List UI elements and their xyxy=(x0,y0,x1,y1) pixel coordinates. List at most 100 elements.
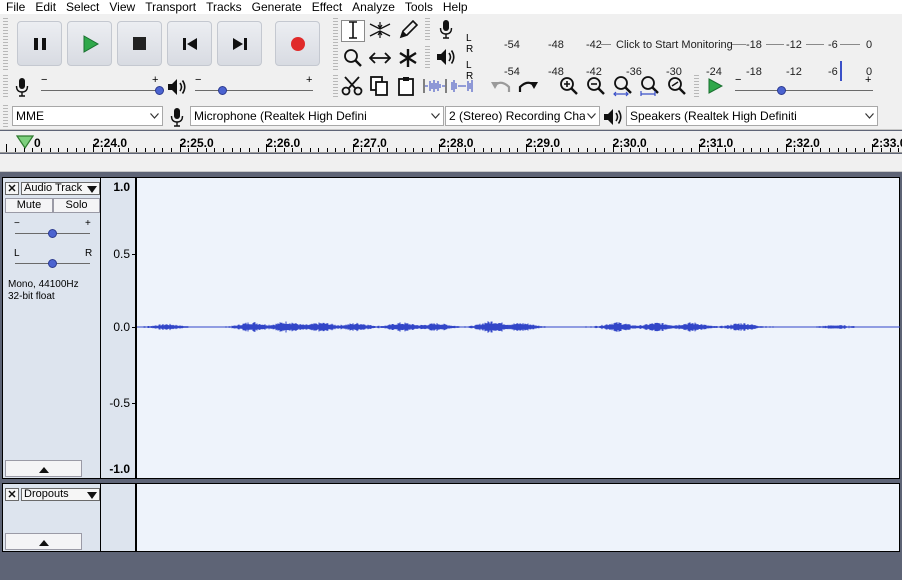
recording-channels-select[interactable]: 2 (Stereo) Recording Chan xyxy=(445,106,600,126)
play-at-speed-button[interactable] xyxy=(703,76,727,98)
transport-toolbar-grip[interactable] xyxy=(3,18,8,70)
timeline-minor-tick xyxy=(309,148,311,152)
envelope-tool-button[interactable] xyxy=(368,20,392,42)
play-at-speed-grip[interactable] xyxy=(694,75,699,97)
timeline-minor-tick xyxy=(413,148,415,152)
close-track-button[interactable] xyxy=(5,181,19,195)
record-meter-l: L xyxy=(466,33,472,44)
zoom-toggle-button[interactable] xyxy=(665,76,689,98)
track-control-panel[interactable]: Audio Track Mute Solo − + L R Mono, 4410… xyxy=(3,178,100,478)
playback-meter-grip[interactable] xyxy=(425,46,430,68)
zoom-tool-button[interactable] xyxy=(341,48,365,70)
edit-toolbar-grip[interactable] xyxy=(333,75,338,97)
menu-help[interactable]: Help xyxy=(438,0,473,14)
gain-slider[interactable]: − + xyxy=(13,218,93,240)
amplitude-ruler[interactable]: 1.0 0.5 0.0 -0.5 -1.0 xyxy=(100,178,135,478)
play-at-speed-knob[interactable] xyxy=(777,86,787,95)
record-meter-dash xyxy=(766,44,784,45)
dropouts-label-track[interactable]: Dropouts xyxy=(2,483,900,552)
record-volume-knob[interactable] xyxy=(154,86,164,95)
audio-host-select[interactable]: MME xyxy=(12,106,163,126)
output-device-select[interactable]: Speakers (Realtek High Definiti xyxy=(626,106,878,126)
draw-tool-button[interactable] xyxy=(396,19,420,42)
mixer-toolbar-grip[interactable] xyxy=(3,75,8,97)
double-arrow-icon xyxy=(368,51,392,68)
timeline-minor-tick xyxy=(534,148,536,152)
cut-button[interactable] xyxy=(340,75,364,98)
trim-audio-button[interactable] xyxy=(423,76,447,98)
fit-selection-button[interactable] xyxy=(611,75,635,100)
menu-tracks[interactable]: Tracks xyxy=(201,0,247,14)
zoom-out-button[interactable] xyxy=(584,76,608,98)
copy-button[interactable] xyxy=(367,75,391,98)
timeline-ruler[interactable]: 0 2:24.0 2:25.0 2:26.0 2:27.0 2:28.0 2:29.0 2:… xyxy=(0,131,902,153)
playback-volume-slider[interactable]: − + xyxy=(192,74,318,97)
menu-transport[interactable]: Transport xyxy=(140,0,201,14)
fit-project-button[interactable] xyxy=(638,75,662,98)
timeline-major-tick xyxy=(785,144,787,152)
record-button[interactable] xyxy=(275,21,320,66)
pan-slider[interactable]: L R xyxy=(13,248,93,270)
menu-select[interactable]: Select xyxy=(61,0,104,14)
record-meter-button[interactable] xyxy=(434,19,458,41)
play-button[interactable] xyxy=(67,21,112,66)
playback-meter-button[interactable] xyxy=(434,47,458,69)
pan-knob[interactable] xyxy=(48,259,57,268)
gain-knob[interactable] xyxy=(48,229,57,238)
solo-button[interactable]: Solo xyxy=(53,198,100,213)
collapse-label-track-button[interactable] xyxy=(5,533,82,550)
audio-track[interactable]: Audio Track Mute Solo − + L R Mono, 4410… xyxy=(2,177,900,479)
play-at-speed-slider[interactable]: − + xyxy=(732,74,878,97)
timeline-minor-tick xyxy=(863,148,865,152)
selection-tool-button[interactable] xyxy=(341,20,365,42)
collapse-track-button[interactable] xyxy=(5,460,82,477)
zoom-in-button[interactable] xyxy=(557,76,581,98)
playback-volume-knob[interactable] xyxy=(217,86,227,95)
play-head-icon[interactable] xyxy=(15,135,35,152)
timeline-minor-tick xyxy=(196,148,198,152)
paste-button[interactable] xyxy=(394,76,418,98)
skip-to-start-button[interactable] xyxy=(167,21,212,66)
record-volume-slider[interactable]: − + xyxy=(38,74,164,97)
timeline-scrub-area[interactable] xyxy=(0,154,902,172)
input-device-select[interactable]: Microphone (Realtek High Defini xyxy=(190,106,444,126)
menu-generate[interactable]: Generate xyxy=(247,0,307,14)
timeline-minor-tick xyxy=(855,148,857,152)
playback-volume-plus: + xyxy=(306,74,313,86)
close-label-track-button[interactable] xyxy=(5,487,19,501)
silence-audio-button[interactable] xyxy=(450,76,474,98)
menu-file[interactable]: File xyxy=(0,0,30,14)
menu-analyze[interactable]: Analyze xyxy=(347,0,400,14)
menu-effect[interactable]: Effect xyxy=(307,0,347,14)
multi-tool-button[interactable] xyxy=(396,48,420,70)
triangle-down-icon xyxy=(87,185,97,196)
menu-view[interactable]: View xyxy=(104,0,140,14)
undo-icon xyxy=(490,78,512,97)
record-meter-grip[interactable] xyxy=(425,18,430,40)
menu-tools[interactable]: Tools xyxy=(400,0,438,14)
menu-edit[interactable]: Edit xyxy=(30,0,61,14)
undo-button[interactable] xyxy=(489,76,513,98)
mute-button[interactable]: Mute xyxy=(5,198,53,213)
timeline-major-tick xyxy=(6,144,8,152)
waveform-area[interactable] xyxy=(136,178,900,478)
track-name-menu[interactable]: Audio Track xyxy=(21,181,100,196)
timeline-minor-tick xyxy=(448,148,450,152)
pause-button[interactable] xyxy=(17,21,62,66)
track-format-info: Mono, 44100Hz 32-bit float xyxy=(8,279,79,303)
device-toolbar-grip[interactable] xyxy=(3,105,8,127)
tools-toolbar-grip[interactable] xyxy=(333,18,338,70)
label-track-control-panel[interactable]: Dropouts xyxy=(3,484,100,551)
label-track-name-menu[interactable]: Dropouts xyxy=(21,487,100,501)
stop-button[interactable] xyxy=(117,21,162,66)
timeline-major-tick xyxy=(612,144,614,152)
redo-button[interactable] xyxy=(516,76,540,98)
record-scale-label: -6 xyxy=(828,39,838,51)
record-meter[interactable]: LR -54 -48 -42 Click to Start Monitoring… xyxy=(466,33,902,55)
time-shift-tool-button[interactable] xyxy=(368,48,392,70)
timeline-minor-tick xyxy=(898,148,900,152)
record-monitor-prompt[interactable]: Click to Start Monitoring xyxy=(616,39,733,51)
label-track-area[interactable] xyxy=(136,484,899,551)
fit-selection-icon xyxy=(612,75,634,100)
skip-to-end-button[interactable] xyxy=(217,21,262,66)
